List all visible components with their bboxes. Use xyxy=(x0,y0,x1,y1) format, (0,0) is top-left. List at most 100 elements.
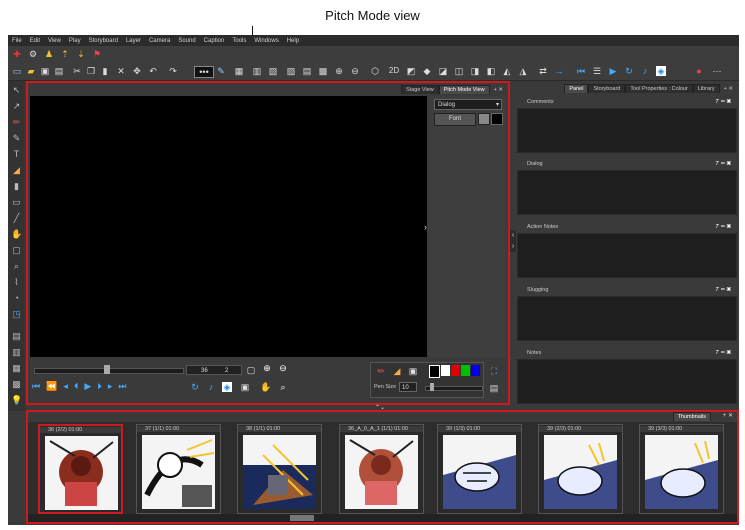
rectangle-tool-icon[interactable]: ▭ xyxy=(11,197,22,208)
brush-tool-icon[interactable]: ✏ xyxy=(11,117,22,128)
section-tools-icon[interactable]: 𝑇 ▭ ▣ xyxy=(716,221,731,233)
copy-icon[interactable]: ❐ xyxy=(86,66,96,76)
tab-tool-properties[interactable]: Tool Properties : Colour xyxy=(625,84,693,93)
camera-zoom-icon[interactable]: ◨ xyxy=(470,66,480,76)
redo-icon[interactable]: ↷ xyxy=(168,66,178,76)
first-icon[interactable]: ⏮ xyxy=(32,381,40,393)
thumbnails-scrollbar-handle[interactable] xyxy=(290,515,314,521)
thumbnail-item[interactable]: 36_A_0_A_1 (1/1) 01:00 xyxy=(339,424,424,514)
font-button[interactable]: Font xyxy=(434,113,476,126)
reposition-tool-icon[interactable]: ▢ xyxy=(11,245,22,256)
sound-view-icon[interactable]: ♪ xyxy=(206,382,216,392)
menu-camera[interactable]: Camera xyxy=(145,38,174,44)
pen-size-input[interactable]: 10 xyxy=(399,382,417,392)
swatch-red[interactable] xyxy=(451,365,460,376)
section-tools-icon[interactable]: 𝑇 ▭ ▣ xyxy=(716,347,731,359)
move-up-icon[interactable]: ⇡ xyxy=(60,49,70,59)
close-thumbnails-icon[interactable]: + ✕ xyxy=(723,412,733,419)
camera-reset-icon[interactable]: ◧ xyxy=(486,66,496,76)
gear-icon[interactable]: ⚙ xyxy=(28,49,38,59)
panel-icon[interactable]: ▨ xyxy=(286,66,296,76)
clear-icon[interactable]: ▣ xyxy=(408,366,418,376)
first-frame-icon[interactable]: ⏮ xyxy=(576,66,586,76)
section-tools-icon[interactable]: 𝑇 ▭ ▣ xyxy=(716,96,731,108)
fit-icon[interactable]: ▢ xyxy=(246,365,256,375)
timeline-slider-handle[interactable] xyxy=(104,365,110,374)
stack-tool-icon[interactable]: ▤ xyxy=(11,331,22,342)
camera-icon[interactable]: ◩ xyxy=(406,66,416,76)
layers-icon[interactable]: ▩ xyxy=(318,66,328,76)
pencil-tool-icon[interactable]: ✎ xyxy=(11,133,22,144)
prev-panel-icon[interactable]: ◂ xyxy=(63,381,68,393)
menu-sound[interactable]: Sound xyxy=(174,38,199,44)
zoom-in-view-icon[interactable]: ⊕ xyxy=(262,363,272,373)
select-icon[interactable]: ✥ xyxy=(132,66,142,76)
menu-help[interactable]: Help xyxy=(283,38,303,44)
frame-value[interactable]: 36 xyxy=(201,366,208,376)
more-icon[interactable]: ⋯ xyxy=(712,66,722,76)
tab-library[interactable]: Library xyxy=(692,84,720,93)
thumbnail-item[interactable]: 39 (1/3) 01:00 xyxy=(437,424,522,514)
fit-canvas-icon[interactable]: ⛶ xyxy=(489,366,499,376)
sound-icon[interactable]: ♪ xyxy=(640,66,650,76)
zoom-tool-icon[interactable]: ⌕ xyxy=(11,261,22,272)
save-icon[interactable]: ▣ xyxy=(40,66,50,76)
prev-scene-icon[interactable]: ⏪ xyxy=(46,381,57,393)
record-icon[interactable]: ● xyxy=(694,66,704,76)
tab-pitch-mode-view[interactable]: Pitch Mode View xyxy=(438,85,490,94)
undo-icon[interactable]: ↶ xyxy=(148,66,158,76)
menu-layer[interactable]: Layer xyxy=(122,38,145,44)
camera-rotate-icon[interactable]: ◫ xyxy=(454,66,464,76)
tab-stage-view[interactable]: Stage View xyxy=(401,85,439,94)
loop-icon[interactable]: ↻ xyxy=(624,66,634,76)
next-panel-icon[interactable]: ▸ xyxy=(108,381,113,393)
close-panel-icon[interactable]: + ✕ xyxy=(719,85,737,93)
swatch-white[interactable] xyxy=(441,365,450,376)
thumbnail-item[interactable]: 36 (2/2) 01:00 xyxy=(38,424,123,514)
splitter-arrows[interactable]: ‹ › xyxy=(510,230,516,252)
thumbnail-item[interactable]: 38 (1/1) 01:00 xyxy=(237,424,322,514)
3d-icon[interactable]: ⬡ xyxy=(370,66,380,76)
action-notes-field[interactable] xyxy=(517,233,737,278)
thumbnail-item[interactable]: 39 (2/3) 01:00 xyxy=(538,424,623,514)
lock-tool-icon[interactable]: ▩ xyxy=(11,379,22,390)
pitch-mode-icon[interactable]: ◈ xyxy=(656,66,666,76)
eraser-tool-icon[interactable]: ◢ xyxy=(11,165,22,176)
select-tool-icon[interactable]: ↖ xyxy=(11,85,22,96)
settings-view-icon[interactable]: ▤ xyxy=(489,383,499,393)
flag-icon[interactable]: ⚑ xyxy=(92,49,102,59)
open-icon[interactable]: ▰ xyxy=(26,66,36,76)
tab-panel[interactable]: Panel xyxy=(564,84,589,93)
thumbnail-item[interactable]: 39 (3/3) 01:00 xyxy=(639,424,724,514)
slugging-field[interactable] xyxy=(517,296,737,341)
camera-ease-icon[interactable]: ◭ xyxy=(502,66,512,76)
playlist-icon[interactable]: ☰ xyxy=(592,66,602,76)
menu-file[interactable]: File xyxy=(8,38,26,44)
dialog-field[interactable] xyxy=(517,170,737,215)
2d-icon[interactable]: 2D xyxy=(386,66,402,76)
section-tools-icon[interactable]: 𝑇 ▭ ▣ xyxy=(716,284,731,296)
pen-size-slider-handle[interactable] xyxy=(430,383,434,391)
loop-view-icon[interactable]: ↻ xyxy=(190,382,200,392)
paste-icon[interactable]: ▮ xyxy=(100,66,110,76)
person-icon[interactable]: ♟ xyxy=(44,49,54,59)
menu-edit[interactable]: Edit xyxy=(26,38,44,44)
last-icon[interactable]: ⏭ xyxy=(118,381,126,393)
cut-icon[interactable]: ✂ xyxy=(72,66,82,76)
text-tool-icon[interactable]: T xyxy=(11,149,22,160)
layout-icon[interactable]: ▧ xyxy=(268,66,278,76)
grid-icon[interactable]: ▦ xyxy=(234,66,244,76)
dots-button[interactable]: ••• xyxy=(194,66,214,78)
menu-storyboard[interactable]: Storyboard xyxy=(85,38,122,44)
dialog-select[interactable]: Dialog ▾ xyxy=(434,99,502,110)
zoom-view-icon[interactable]: ⌕ xyxy=(278,382,288,392)
notes-field[interactable] xyxy=(517,359,737,404)
hand-view-icon[interactable]: ✋ xyxy=(260,382,271,392)
next-frame-icon[interactable]: ⏵ xyxy=(97,381,102,393)
transition-icon[interactable]: ⇄ xyxy=(538,66,548,76)
swatch-black[interactable] xyxy=(429,365,440,378)
swatch-green[interactable] xyxy=(461,365,470,376)
frame-step[interactable]: 2 xyxy=(225,366,228,376)
contour-tool-icon[interactable]: ↗ xyxy=(11,101,22,112)
zoom-in-icon[interactable]: ⊕ xyxy=(334,66,344,76)
